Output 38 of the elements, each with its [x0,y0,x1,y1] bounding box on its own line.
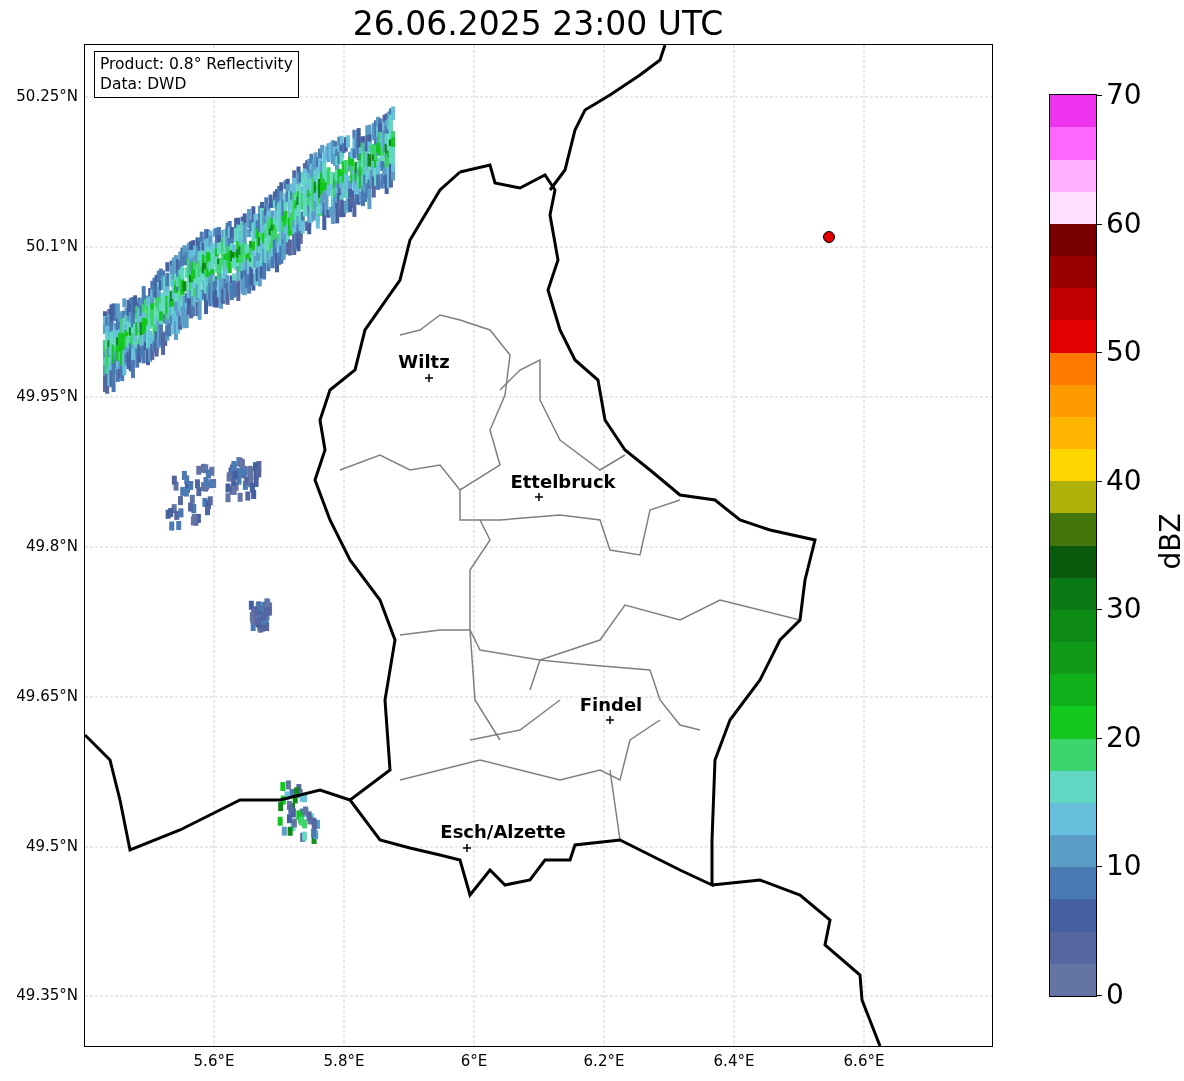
longitude-label: 6.4°E [713,1052,755,1070]
location-marker-icon [823,231,835,243]
city-label: Findel [579,694,643,715]
colorbar-tick-label: 30 [1106,592,1142,627]
city-marker-icon [534,492,544,502]
longitude-label: 5.6°E [193,1052,235,1070]
latitude-label: 49.95°N [16,387,78,405]
colorbar-tick-label: 20 [1106,720,1142,755]
latitude-label: 50.1°N [25,237,78,255]
latitude-label: 49.8°N [25,537,78,555]
city-label: Wiltz [398,351,450,372]
colorbar-tick-label: 50 [1106,335,1142,370]
colorbar-tick-label: 70 [1106,78,1142,112]
colorbar-label: dBZ [1153,513,1184,570]
radar-echo-drawing [248,598,273,633]
radar-echo-drawing [225,457,262,503]
chart-title: 26.06.2025 23:00 UTC [351,3,725,45]
latitude-label: 49.35°N [16,986,78,1004]
info-line: Data: DWD [100,74,188,94]
longitude-label: 6.2°E [583,1052,625,1070]
colorbar-tick-label: 60 [1106,206,1142,241]
longitude-label: 5.8°E [323,1052,365,1070]
city-label: Esch/Alzette [440,821,566,842]
radar-echo-drawing [165,463,217,531]
info-line: Product: 0.8° Reflectivity [100,54,293,74]
city-marker-icon [605,715,615,725]
latitude-label: 49.65°N [16,687,78,705]
city-label: Ettelbruck [510,471,616,492]
longitude-label: 6°E [460,1052,488,1070]
colorbar-tick-label: 40 [1106,463,1142,498]
latitude-label: 49.5°N [25,837,78,855]
city-marker-icon [462,843,472,853]
colorbar-tick-label: 10 [1106,849,1142,884]
city-marker-icon [424,373,434,383]
latitude-label: 50.25°N [16,87,78,105]
colorbar-tick-label: 0 [1106,978,1124,1012]
longitude-label: 6.6°E [843,1052,885,1070]
radar-echo-drawing [277,780,320,844]
